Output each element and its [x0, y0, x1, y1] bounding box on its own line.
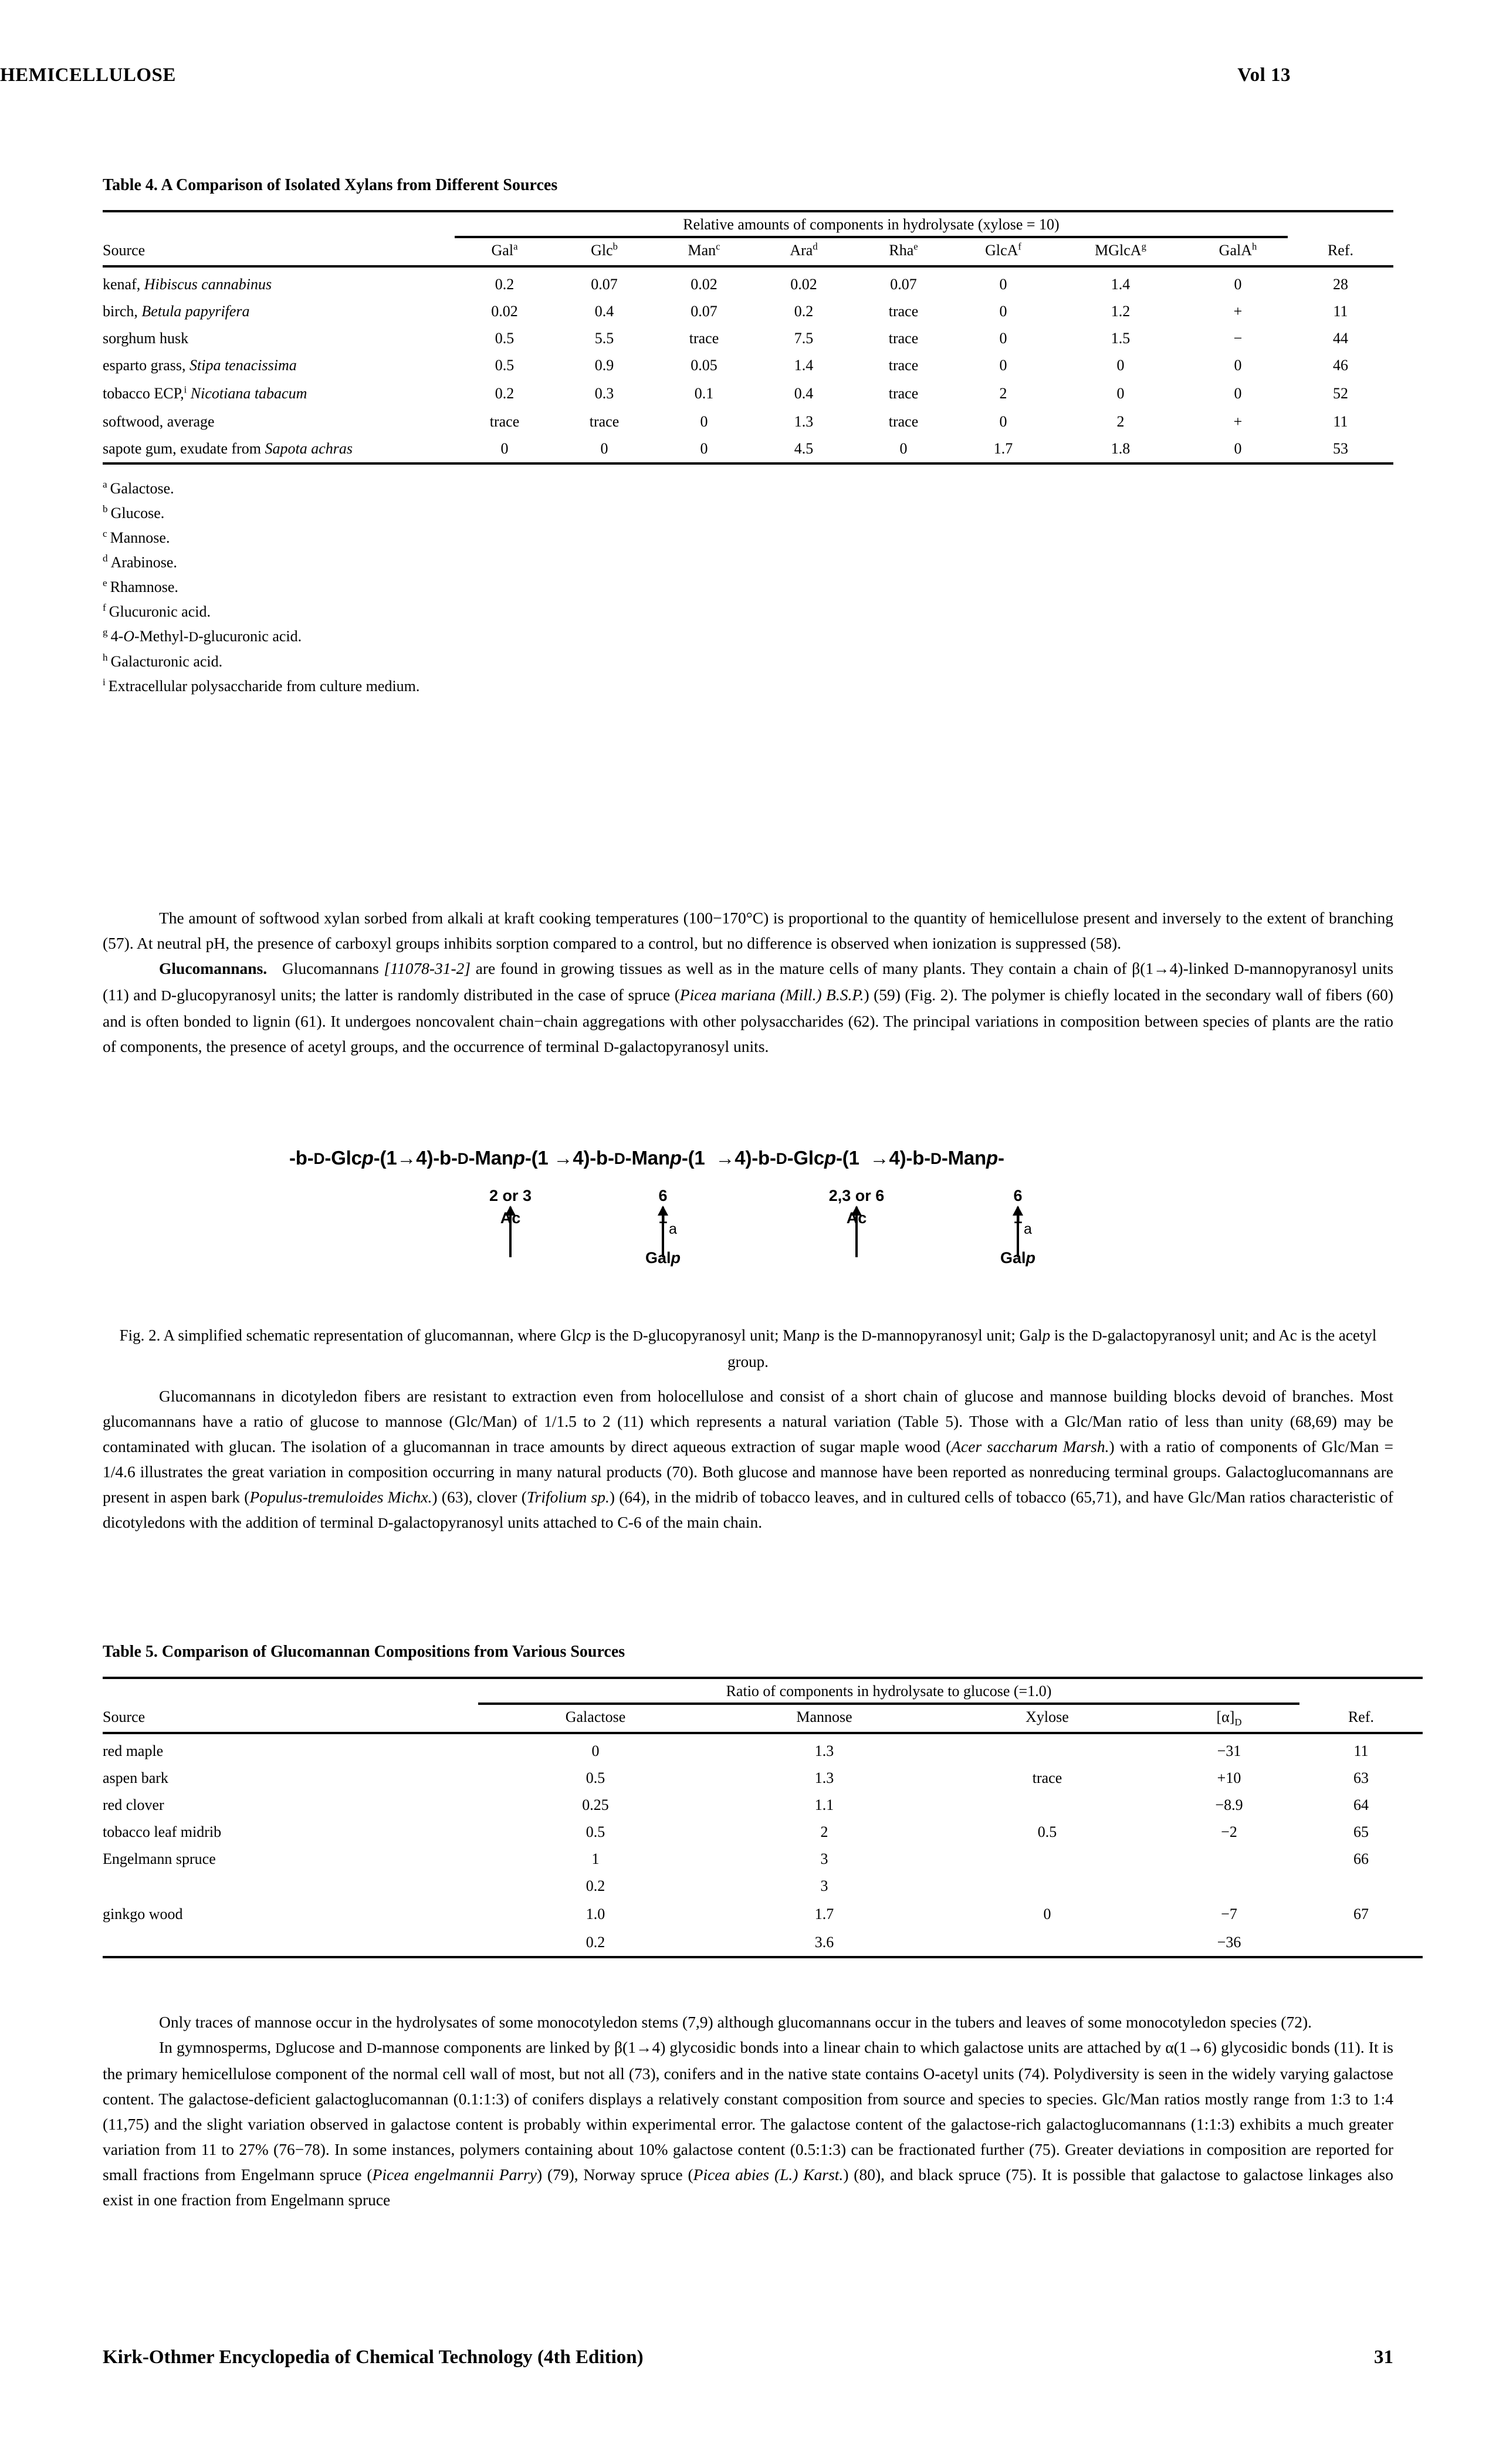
footer-publication-title: Kirk-Othmer Encyclopedia of Chemical Tec… — [103, 2347, 644, 2368]
table-row: aspen bark 0.5 1.3 trace +10 63 — [103, 1769, 1369, 1786]
table-row: ginkgo wood 1.0 1.7 0 −7 67 — [103, 1905, 1369, 1923]
run-in-head: Glucomannans. — [159, 959, 268, 977]
table-row: 0.2 3.6 −36 — [585, 1934, 1241, 1951]
paragraph-glucomannans: Glucomannans. Glucomannans [11078-31-2] … — [103, 959, 1394, 1055]
cas-number: [11078-31-2] — [384, 959, 471, 977]
branch-position: 6 — [658, 1187, 668, 1204]
table4-footnotes: a Galactose. b Glucose. c Mannose. d Arabino… — [103, 476, 1393, 699]
table5-title: Table 5. Comparison of Glucomannan Compo… — [103, 1643, 625, 1661]
table-row: 0.2 3 — [585, 1877, 828, 1894]
table4-col-glca: GlcAf — [985, 241, 1021, 259]
running-head-volume: Vol 13 — [1237, 65, 1291, 86]
table-row: tobacco ECP,i Nicotiana tabacum 0.2 0.3 … — [103, 379, 1393, 408]
table4-col-glc: Glcb — [591, 241, 618, 259]
table4-col-man: Manc — [688, 241, 720, 259]
figure-2-block: -b-D-Glcp-(1→4)-b-D-Manp-(1 →4)-b-D-Manp… — [103, 1141, 1393, 1375]
table5: Ratio of components in hydrolysate to gl… — [103, 1677, 1423, 1962]
running-head: HEMICELLULOSE Vol 13 — [0, 65, 1291, 86]
body-section-2: Glucomannans in dicotyledon fibers are r… — [103, 1383, 1393, 1536]
branch-position: 6 — [1013, 1187, 1023, 1204]
table4-body: kenaf, Hibiscus cannabinus 0.2 0.07 0.02… — [103, 271, 1393, 468]
table-row: sorghum husk 0.5 5.5 trace 7.5 trace 0 1… — [103, 325, 1393, 352]
table4-row-source: kenaf, Hibiscus cannabinus — [103, 276, 272, 293]
branch-galactosyl-2: 6 a 1 Galp — [962, 1187, 1074, 1267]
table4-col-ref: Ref. — [1327, 242, 1354, 259]
footnote-e: e Rhamnose. — [103, 577, 178, 595]
table4-row-source: sapote gum, exudate from Sapota achras — [103, 440, 353, 457]
table-row: red maple 0 1.3 −31 11 — [103, 1742, 1369, 1759]
branch-linkage-alpha: a — [669, 1221, 677, 1237]
table4-col-mglca: MGlcAg — [1095, 241, 1146, 259]
table5-col-rotation: [α]D — [1216, 1708, 1242, 1728]
footnote-b: b Glucose. — [103, 503, 165, 522]
page-footer: Kirk-Othmer Encyclopedia of Chemical Tec… — [103, 2347, 1393, 2368]
table-row: sapote gum, exudate from Sapota achras 0… — [103, 435, 1393, 463]
table-row: Engelmann spruce 1 3 66 — [103, 1850, 1369, 1867]
table4-row-source: esparto grass, Stipa tenacissima — [103, 357, 297, 374]
table5-col-source: Source — [103, 1708, 145, 1725]
table4-col-source: Source — [103, 242, 145, 259]
paragraph-dicotyledon: Glucomannans in dicotyledon fibers are r… — [103, 1387, 1394, 1531]
table4-head: Relative amounts of components in hydrol… — [103, 210, 1393, 271]
footnote-h: h Galacturonic acid. — [103, 652, 223, 670]
figure-2-caption: Fig. 2. A simplified schematic represent… — [119, 1326, 1377, 1370]
paragraph-sorption: The amount of softwood xylan sorbed from… — [103, 909, 1393, 952]
table5-spanner-label: Ratio of components in hydrolysate to gl… — [726, 1683, 1052, 1700]
table5-col-xylose: Xylose — [1025, 1708, 1069, 1725]
footnote-d: d Arabinose. — [103, 553, 177, 571]
table4: Relative amounts of components in hydrol… — [103, 210, 1393, 468]
table4-title: Table 4. A Comparison of Isolated Xylans… — [103, 176, 558, 194]
footnote-c: c Mannose. — [103, 528, 170, 546]
arrow-head-icon — [851, 1206, 862, 1216]
table4-row-source: tobacco ECP,i Nicotiana tabacum — [103, 384, 307, 402]
table4-col-ara: Arad — [790, 241, 818, 259]
table4-block: Table 4. A Comparison of Isolated Xylans… — [103, 176, 1393, 699]
table-row: tobacco leaf midrib 0.5 2 0.5 −2 65 — [103, 1823, 1369, 1840]
arrow-head-icon — [1013, 1206, 1023, 1216]
branch-position: 2,3 or 6 — [828, 1187, 885, 1204]
body-section-1: The amount of softwood xylan sorbed from… — [103, 905, 1393, 1060]
body-section-3: Only traces of mannose occur in the hydr… — [103, 2009, 1393, 2212]
branch-galactosyl-1: 6 a 1 Galp — [607, 1187, 719, 1267]
footnote-f: f Glucuronic acid. — [103, 602, 211, 620]
table-row: esparto grass, Stipa tenacissima 0.5 0.9… — [103, 352, 1393, 379]
footer-page-number: 31 — [1374, 2347, 1393, 2368]
table5-body: red maple 0 1.3 −31 11 aspen bark 0.5 1.… — [103, 1738, 1423, 1962]
table4-row-source: softwood, average — [103, 413, 215, 430]
footnote-g: g 4-O-Methyl-D-glucuronic acid. — [103, 627, 302, 645]
arrow-head-icon — [505, 1206, 516, 1216]
branch-position: 2 or 3 — [489, 1187, 532, 1204]
table5-col-mannose: Mannose — [796, 1708, 852, 1725]
document-page: HEMICELLULOSE Vol 13 Table 4. A Comparis… — [0, 0, 1496, 2464]
table5-block: Table 5. Comparison of Glucomannan Compo… — [103, 1643, 1423, 1962]
table4-col-rha: Rhae — [889, 241, 918, 259]
table4-spanner-label: Relative amounts of components in hydrol… — [683, 216, 1060, 233]
table4-col-gal: Gala — [491, 241, 518, 259]
polysaccharide-chain-formula: -b-D-Glcp-(1→4)-b-D-Manp-(1 →4)-b-D-Manp… — [289, 1147, 1004, 1169]
branch-linkage-alpha: a — [1024, 1221, 1032, 1237]
paragraph-gymnosperms: In gymnosperms, Dglucose and D-mannose c… — [103, 2038, 1394, 2209]
table-row: birch, Betula papyrifera 0.02 0.4 0.07 0… — [103, 298, 1393, 325]
table5-col-galactose: Galactose — [565, 1708, 626, 1725]
branch-acetyl-2: 2,3 or 6 Ac — [801, 1187, 912, 1257]
arrow-head-icon — [658, 1206, 668, 1216]
running-head-title: HEMICELLULOSE — [0, 65, 176, 86]
table4-row-source: birch, Betula papyrifera — [103, 303, 250, 320]
branch-acetyl-1: 2 or 3 Ac — [455, 1187, 566, 1257]
table-row: kenaf, Hibiscus cannabinus 0.2 0.07 0.02… — [103, 271, 1393, 298]
table4-row-source: sorghum husk — [103, 330, 189, 347]
footnote-a: a Galactose. — [103, 479, 174, 497]
table-row: softwood, average trace trace 0 1.3 trac… — [103, 408, 1393, 435]
table5-head: Ratio of components in hydrolysate to gl… — [103, 1677, 1423, 1738]
glucomannan-structure-diagram: -b-D-Glcp-(1→4)-b-D-Manp-(1 →4)-b-D-Manp… — [103, 1141, 1393, 1317]
table5-col-ref: Ref. — [1348, 1708, 1375, 1725]
table-row: red clover 0.25 1.1 −8.9 64 — [103, 1796, 1369, 1813]
table4-col-gala: GalAh — [1219, 241, 1257, 259]
paragraph-monocotyledon: Only traces of mannose occur in the hydr… — [159, 2013, 1312, 2031]
footnote-i: i Extracellular polysaccharide from cultu… — [103, 676, 420, 695]
